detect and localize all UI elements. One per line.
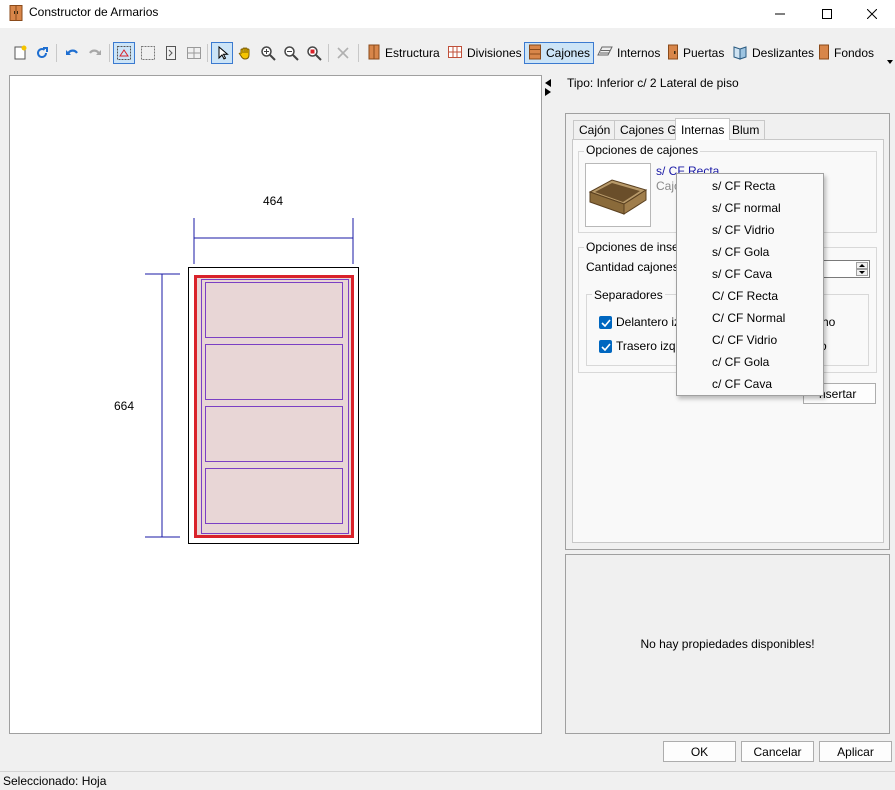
drawer-front[interactable] bbox=[205, 468, 343, 524]
minimize-icon[interactable] bbox=[757, 0, 803, 28]
toolbar-overflow-icon[interactable] bbox=[887, 54, 893, 64]
maximize-icon[interactable] bbox=[804, 0, 850, 28]
tab-estructura-label: Estructura bbox=[385, 46, 440, 60]
collapse-left-icon[interactable] bbox=[544, 76, 552, 87]
width-dimension-label: 464 bbox=[263, 194, 283, 208]
tab-internos-label: Internos bbox=[617, 46, 661, 60]
properties-panel: No hay propiedades disponibles! bbox=[565, 554, 890, 734]
cantidad-cajones-stepper[interactable] bbox=[817, 260, 870, 278]
tab-blum-label: Blum bbox=[732, 123, 760, 137]
dropdown-item[interactable]: s/ CF Gola bbox=[712, 241, 769, 263]
drawer-front[interactable] bbox=[205, 282, 343, 338]
drawer-preview-image bbox=[585, 163, 651, 227]
app-icon bbox=[9, 5, 23, 21]
delantero-checkbox[interactable] bbox=[599, 316, 612, 329]
tab-divisiones-label: Divisiones bbox=[467, 46, 522, 60]
expand-right-icon[interactable] bbox=[544, 85, 552, 96]
drawing-canvas[interactable]: 464 664 bbox=[9, 75, 542, 734]
tab-cajones[interactable]: Cajones bbox=[524, 42, 595, 64]
door-frame-icon[interactable] bbox=[160, 42, 182, 64]
refresh-icon[interactable] bbox=[31, 42, 53, 64]
new-icon[interactable] bbox=[9, 42, 31, 64]
select-rect-icon[interactable] bbox=[137, 42, 159, 64]
cantidad-label: Cantidad cajones: bbox=[586, 260, 683, 274]
tab-internas-label: Internas bbox=[681, 122, 725, 137]
delete-icon[interactable] bbox=[332, 42, 354, 64]
undo-icon[interactable] bbox=[61, 42, 83, 64]
zoom-fit-icon[interactable] bbox=[303, 42, 325, 64]
pointer-icon[interactable] bbox=[211, 42, 233, 64]
sliding-icon bbox=[732, 44, 748, 63]
tab-fondos-label: Fondos bbox=[834, 46, 875, 60]
delantero-label: Delantero iz bbox=[616, 315, 681, 329]
no-properties-text: No hay propiedades disponibles! bbox=[640, 637, 815, 651]
toolbar-separator bbox=[56, 44, 57, 62]
tab-puertas[interactable]: Puertas bbox=[664, 42, 727, 64]
toolbar-separator bbox=[328, 44, 329, 62]
type-label: Tipo: Inferior c/ 2 Lateral de piso bbox=[567, 76, 739, 90]
internal-icon bbox=[597, 44, 613, 63]
dropdown-item[interactable]: c/ CF Gola bbox=[712, 351, 769, 373]
dropdown-item[interactable]: s/ CF normal bbox=[712, 197, 781, 219]
structure-icon bbox=[367, 44, 381, 63]
tab-cajon[interactable]: Cajón bbox=[573, 120, 617, 139]
dropdown-item[interactable]: s/ CF Vidrio bbox=[712, 219, 774, 241]
tab-internos[interactable]: Internos bbox=[594, 42, 663, 64]
tab-cajones-label: Cajones bbox=[546, 46, 591, 60]
drawer-front[interactable] bbox=[205, 406, 343, 462]
status-bar: Seleccionado: Hoja bbox=[0, 771, 895, 790]
dropdown-item[interactable]: s/ CF Cava bbox=[712, 263, 772, 285]
drawer-front[interactable] bbox=[205, 344, 343, 400]
pan-hand-icon[interactable] bbox=[234, 42, 256, 64]
dropdown-item[interactable]: C/ CF Normal bbox=[712, 307, 785, 329]
dropdown-item[interactable]: s/ CF Recta bbox=[712, 175, 775, 197]
close-icon[interactable] bbox=[849, 0, 895, 28]
options-group-title: Opciones de cajones bbox=[584, 143, 701, 157]
trasero-label: Trasero izqu bbox=[616, 339, 683, 353]
cancel-button[interactable]: Cancelar bbox=[741, 741, 814, 762]
trasero-checkbox[interactable] bbox=[599, 340, 612, 353]
toolbar-separator bbox=[358, 44, 359, 62]
tab-cajones-g-label: Cajones G bbox=[620, 123, 677, 137]
tab-puertas-label: Puertas bbox=[683, 46, 725, 60]
tab-blum[interactable]: Blum bbox=[726, 120, 766, 139]
door-icon bbox=[667, 44, 679, 63]
spin-down-icon[interactable] bbox=[856, 269, 868, 276]
zoom-in-icon[interactable] bbox=[257, 42, 279, 64]
select-region-icon[interactable] bbox=[113, 42, 135, 64]
apply-button[interactable]: Aplicar bbox=[819, 741, 892, 762]
drawer-icon bbox=[528, 44, 542, 63]
tab-cajon-label: Cajón bbox=[579, 123, 611, 137]
tab-cajones-g[interactable]: Cajones G bbox=[614, 120, 683, 139]
tab-deslizantes[interactable]: Deslizantes bbox=[729, 42, 817, 64]
dropdown-item[interactable]: c/ CF Cava bbox=[712, 373, 772, 395]
tab-estructura[interactable]: Estructura bbox=[364, 42, 443, 64]
dropdown-item[interactable]: C/ CF Vidrio bbox=[712, 329, 777, 351]
grid-icon[interactable] bbox=[183, 42, 205, 64]
status-text: Seleccionado: Hoja bbox=[3, 774, 107, 788]
spin-up-icon[interactable] bbox=[856, 262, 868, 269]
height-dimension-label: 664 bbox=[114, 399, 134, 413]
delantero-suffix: ho bbox=[822, 315, 836, 329]
separators-group-title: Separadores bbox=[592, 288, 665, 302]
tab-internas[interactable]: Internas bbox=[675, 118, 731, 140]
cabinet-drawing: 464 664 bbox=[114, 194, 359, 544]
tab-fondos[interactable]: Fondos bbox=[815, 42, 877, 64]
toolbar: Estructura Divisiones Cajones Internos P… bbox=[0, 38, 895, 68]
tab-divisiones[interactable]: Divisiones bbox=[444, 42, 525, 64]
dropdown-item[interactable]: C/ CF Recta bbox=[712, 285, 778, 307]
tab-deslizantes-label: Deslizantes bbox=[752, 46, 815, 60]
ok-button[interactable]: OK bbox=[663, 741, 736, 762]
window-title: Constructor de Armarios bbox=[29, 5, 159, 19]
zoom-out-icon[interactable] bbox=[280, 42, 302, 64]
toolbar-separator bbox=[109, 44, 110, 62]
title-bar: Constructor de Armarios bbox=[0, 0, 895, 28]
grid-icon bbox=[447, 44, 463, 63]
back-panel-icon bbox=[818, 44, 830, 63]
redo-icon[interactable] bbox=[84, 42, 106, 64]
toolbar-separator bbox=[207, 44, 208, 62]
option-dropdown-menu: s/ CF Recta s/ CF normal s/ CF Vidrio s/… bbox=[676, 173, 824, 396]
